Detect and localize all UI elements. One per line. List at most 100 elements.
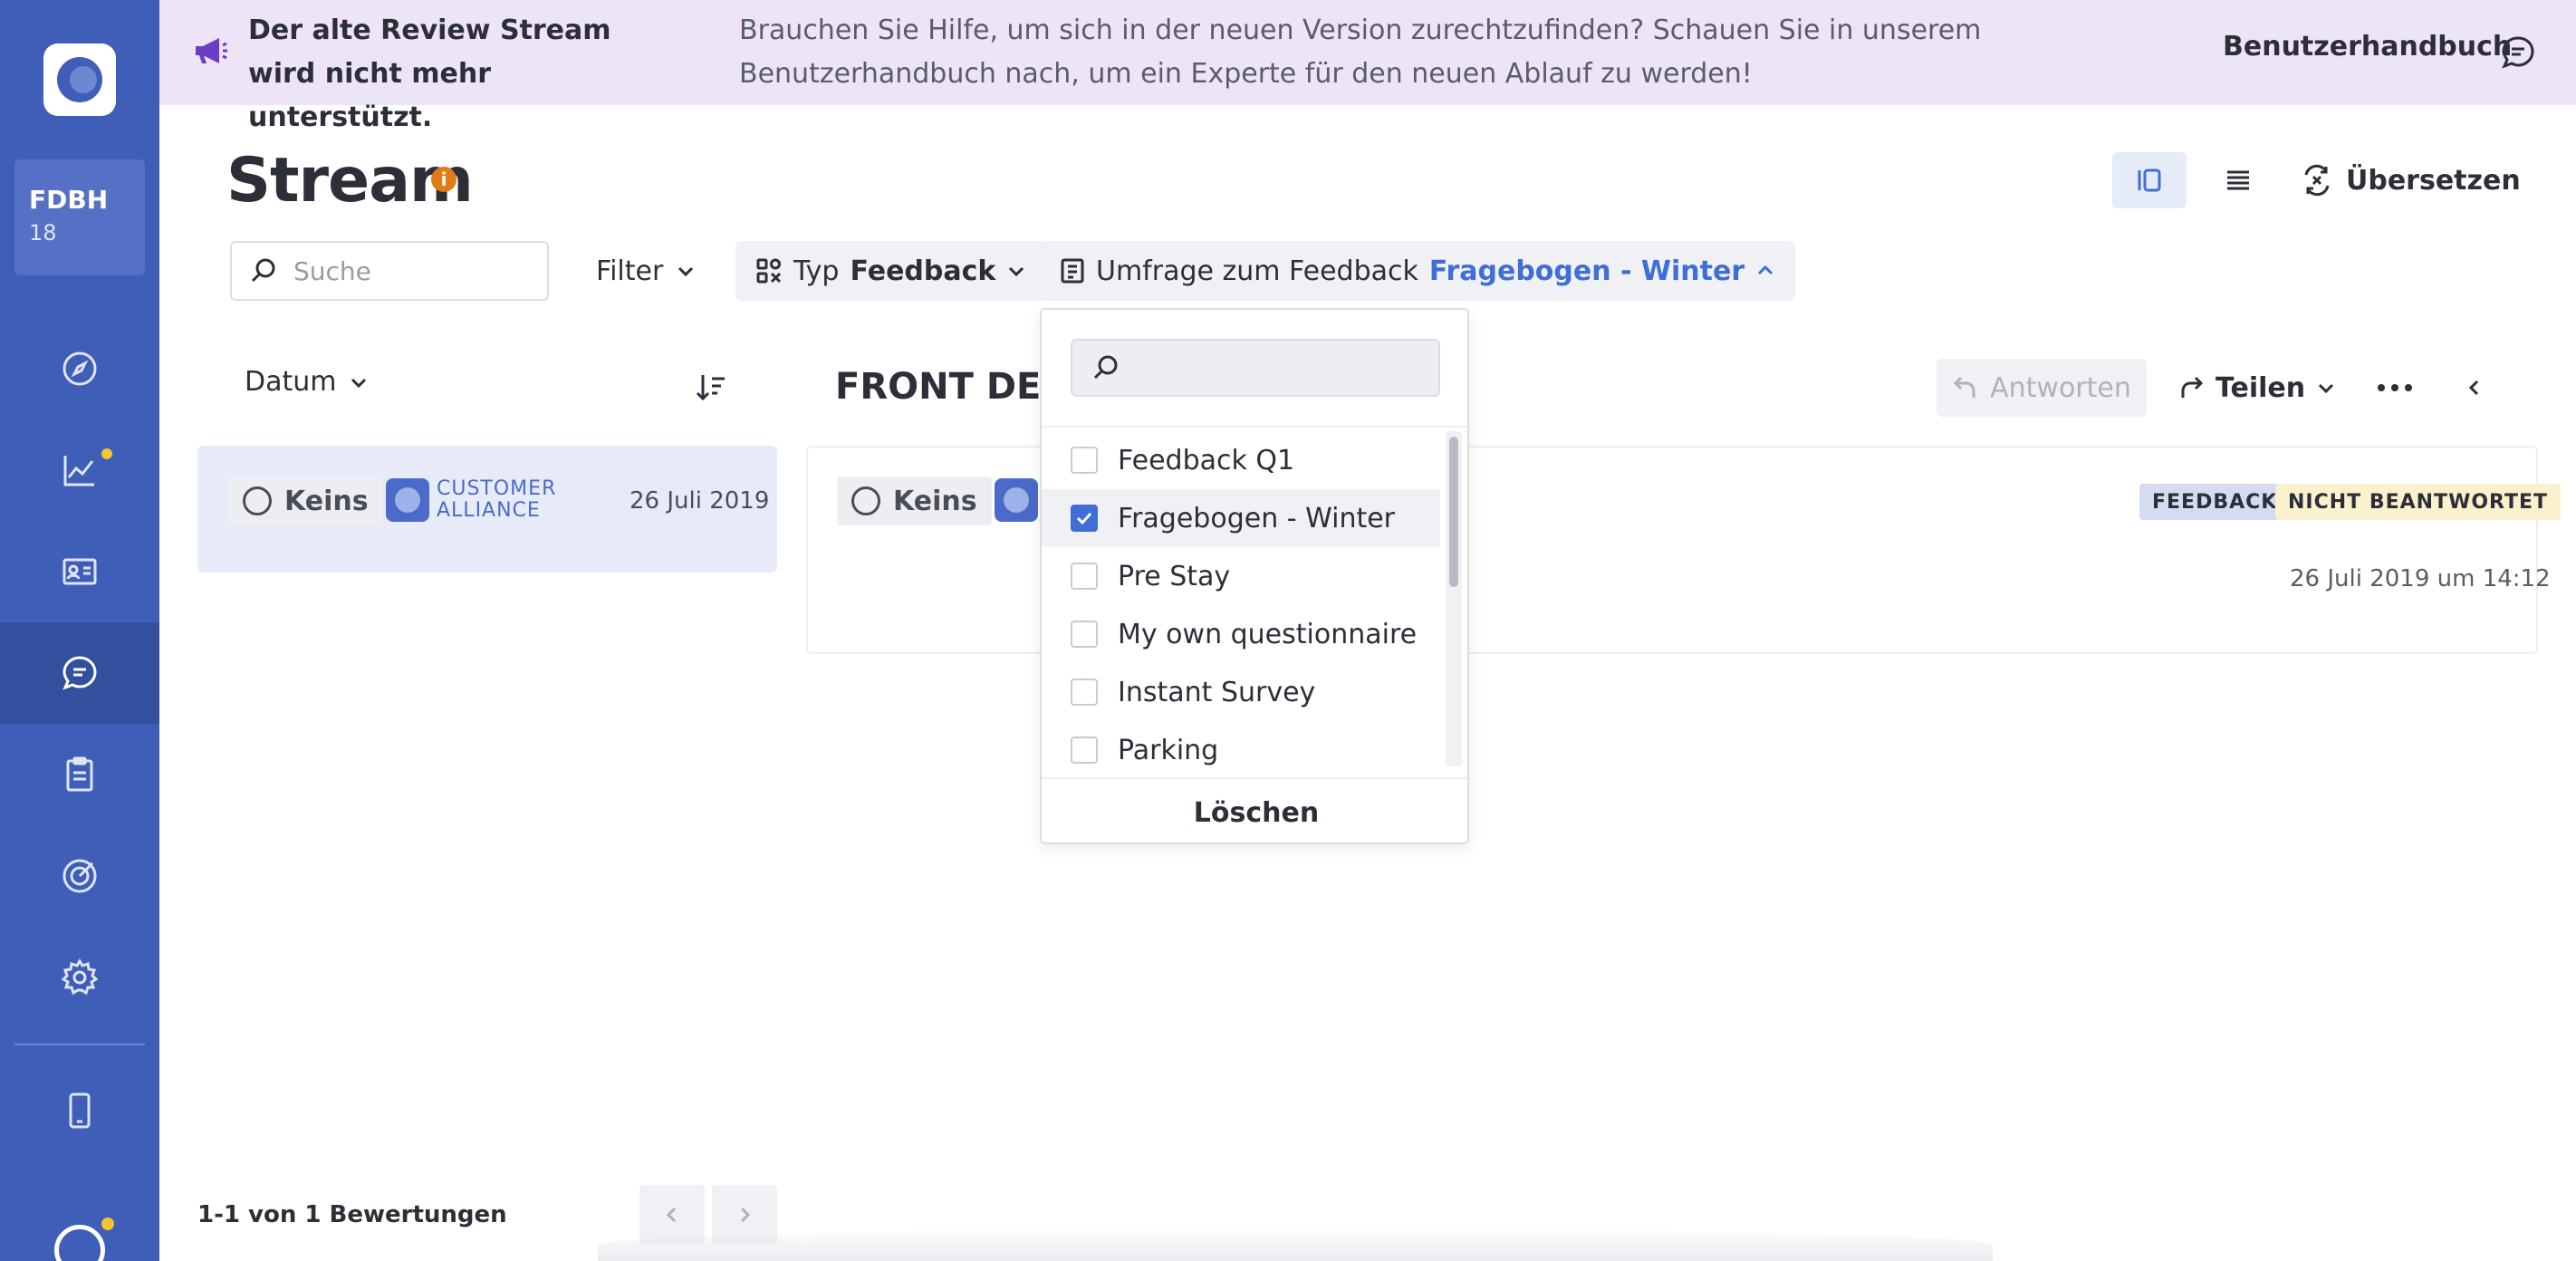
app-logo[interactable] [43,43,116,116]
survey-option-selected[interactable]: Fragebogen - Winter [1042,489,1440,547]
survey-option[interactable]: Feedback Q1 [1042,431,1440,489]
survey-option-label: Instant Survey [1118,676,1316,708]
sidebar-item-stream[interactable] [0,622,159,724]
checkbox[interactable] [1071,563,1098,590]
sidebar-item-contacts[interactable] [0,521,159,622]
card-view-button[interactable] [2112,152,2187,208]
checkmark-icon [1076,512,1092,525]
sidebar-item-settings[interactable] [0,927,159,1028]
feedback-tag: FEEDBACK [2139,484,2291,520]
source-line-1: CUSTOMER [437,477,557,500]
detail-status-label: Keins [893,485,977,517]
chevron-down-icon [1009,266,1024,277]
contact-card-icon [62,558,97,585]
survey-filter-value: Fragebogen - Winter [1428,255,1745,287]
banner-text: Brauchen Sie Hilfe, um sich in der neuen… [739,14,1982,90]
pagination-summary: 1-1 von 1 Bewertungen [197,1201,507,1228]
survey-option[interactable]: Pre Stay [1042,547,1440,605]
status-circle-icon [243,486,272,515]
search-icon [1093,355,1118,380]
survey-option-label: Feedback Q1 [1118,444,1295,476]
type-filter-pill[interactable]: Typ Feedback [735,241,1047,301]
chevron-up-icon [1758,265,1773,275]
sidebar-item-surveys[interactable] [0,724,159,825]
filter-button[interactable]: Filter [580,241,712,301]
share-label: Teilen [2216,371,2306,404]
search-field[interactable] [230,241,549,301]
survey-option-label: Fragebogen - Winter [1118,502,1396,534]
account-switcher[interactable]: FDBH 18 [14,159,145,275]
filter-label: Filter [596,255,664,287]
logo-bubble-icon [57,57,102,102]
sidebar-item-discover[interactable] [0,318,159,419]
translate-label: Übersetzen [2346,164,2521,197]
account-name: FDBH [29,185,109,215]
checkbox[interactable] [1071,679,1098,706]
customer-alliance-icon [995,478,1038,522]
checkbox[interactable] [1071,447,1098,474]
chevron-down-icon [678,266,694,277]
survey-option-label: My own questionnaire [1118,618,1418,650]
detail-status-chip[interactable]: Keins [837,476,992,525]
review-datetime: 26 Juli 2019 um 14:12 [2290,565,2551,592]
list-view-button[interactable] [2201,152,2275,208]
user-avatar[interactable] [54,1225,105,1261]
collapse-panel-button[interactable] [2456,370,2493,406]
sidebar-item-mobile-app[interactable] [0,1060,159,1161]
survey-option[interactable]: Instant Survey [1042,663,1440,721]
reply-button[interactable]: Antworten [1937,359,2147,417]
mobile-icon [69,1093,91,1129]
checkbox[interactable] [1071,736,1098,764]
search-icon [251,258,275,283]
gear-icon [61,958,99,996]
status-circle-icon [851,486,880,515]
share-button[interactable]: Teilen [2177,359,2336,417]
chat-icon[interactable] [2500,34,2536,71]
dropdown-scrollbar-thumb[interactable] [1449,437,1458,587]
search-input[interactable] [293,255,511,286]
checkbox[interactable] [1071,621,1098,648]
chevron-left-icon [2468,380,2479,396]
unanswered-tag: NICHT BEANTWORTET [2275,484,2562,520]
source-line-2: ALLIANCE [437,499,541,522]
info-icon[interactable]: i [431,167,457,192]
sort-dropdown[interactable]: Datum [245,366,369,398]
sort-label: Datum [245,366,337,398]
review-title: FRONT DESK [835,366,1062,408]
type-filter-value: Feedback [850,255,996,287]
translate-button[interactable]: Übersetzen [2301,152,2521,208]
checkbox-checked[interactable] [1071,505,1098,532]
survey-option-label: Parking [1118,734,1219,766]
survey-option[interactable]: My own questionnaire [1042,605,1440,663]
status-label: Keins [284,485,369,517]
share-icon [2181,376,2204,398]
sidebar-item-analytics[interactable] [0,419,159,521]
split-view-icon [2138,168,2161,192]
more-options-button[interactable] [2373,370,2417,406]
survey-filter-prefix: Umfrage zum Feedback [1096,255,1418,287]
sort-order-icon[interactable] [694,370,730,406]
customer-alliance-icon [386,478,429,522]
clipboard-icon [66,756,93,792]
bottom-shadow [598,1228,1993,1261]
chevron-left-icon [666,1207,677,1223]
survey-option[interactable]: Parking [1042,721,1440,766]
status-chip[interactable]: Keins [228,476,383,525]
survey-filter-pill[interactable]: Umfrage zum Feedback Fragebogen - Winter [1040,241,1796,301]
chevron-down-icon [2319,383,2334,394]
survey-list-icon [1061,258,1084,284]
translate-icon [2304,164,2330,197]
type-filter-prefix: Typ [793,255,840,287]
clear-selection-button[interactable]: Löschen [1042,777,1467,842]
sidebar-divider [14,1044,145,1045]
detail-source-logo [995,478,1038,522]
survey-dropdown: Feedback Q1 Fragebogen - Winter Pre Stay… [1040,308,1469,844]
list-icon [2227,170,2249,190]
dropdown-search-field[interactable] [1071,339,1440,397]
reply-label: Antworten [1990,371,2131,404]
sidebar-item-goals[interactable] [0,825,159,927]
user-manual-link[interactable]: Benutzerhandbuch [2223,31,2512,63]
chevron-down-icon [351,378,367,388]
chevron-right-icon [740,1207,751,1223]
deprecation-banner: Der alte Review Stream wird nicht mehr u… [159,0,2576,133]
